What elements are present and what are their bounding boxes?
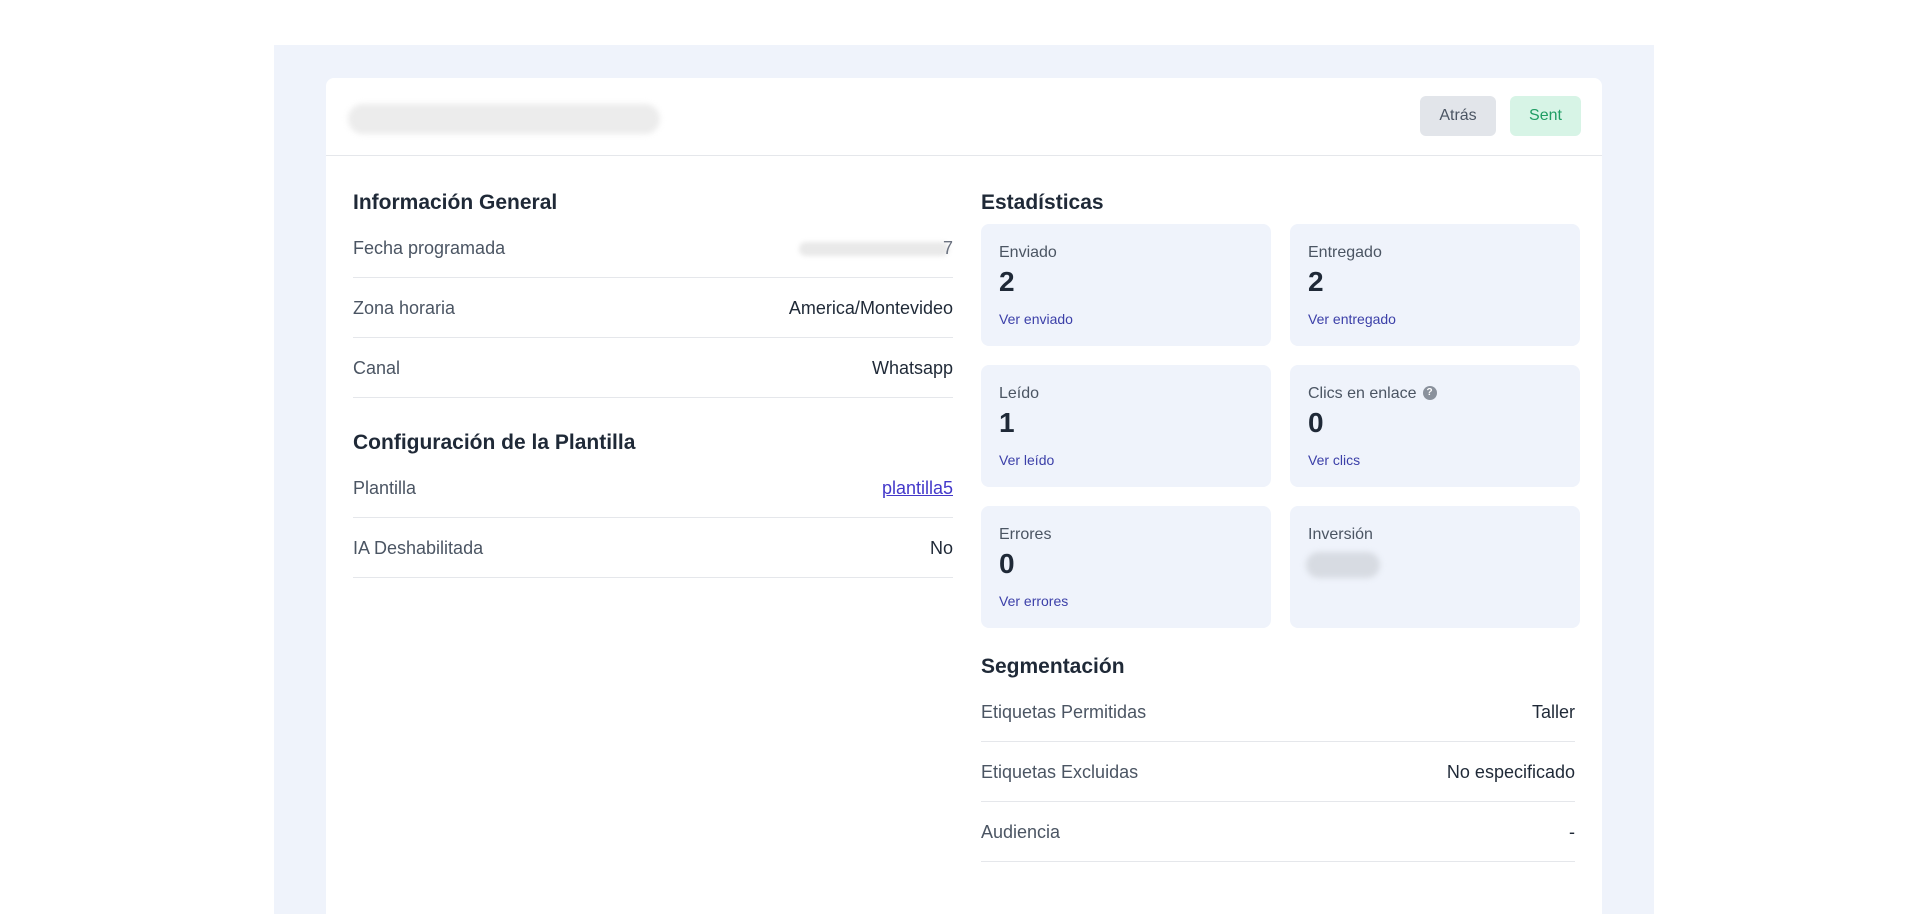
redacted-scheduled-date (799, 242, 949, 256)
template-row: Plantilla plantilla5 (353, 458, 953, 518)
page-background: Atrás Sent Información General Fecha pro… (274, 45, 1654, 914)
stat-clicks-label: Clics en enlace (1308, 385, 1417, 402)
stat-read-value: 1 (999, 407, 1015, 438)
allowed-tags-value: Taller (1531, 702, 1575, 722)
template-label: Plantilla (353, 478, 417, 498)
view-clicks-link[interactable]: Ver clics (1308, 451, 1360, 469)
view-sent-link[interactable]: Ver enviado (999, 310, 1073, 328)
help-icon[interactable]: ? (1422, 385, 1437, 400)
channel-value: Whatsapp (871, 358, 953, 378)
back-button[interactable]: Atrás (1420, 96, 1496, 136)
ai-disabled-row: IA Deshabilitada No (353, 518, 953, 578)
allowed-tags-row: Etiquetas Permitidas Taller (981, 682, 1575, 742)
stat-clicks-label-wrap: Clics en enlace? (1308, 384, 1437, 404)
audience-row: Audiencia - (981, 802, 1575, 862)
campaign-detail-card: Atrás Sent Información General Fecha pro… (326, 78, 1602, 914)
right-column: Estadísticas Enviado 2 Ver enviado Entre… (981, 188, 1580, 862)
stat-errors-label: Errores (999, 526, 1052, 543)
status-badge-sent[interactable]: Sent (1510, 96, 1581, 136)
segmentation-title: Segmentación (981, 655, 1125, 678)
audience-label: Audiencia (981, 822, 1061, 842)
stat-investment-label: Inversión (1308, 526, 1373, 543)
stat-card-delivered: Entregado 2 Ver entregado (1290, 224, 1580, 346)
view-read-link[interactable]: Ver leído (999, 451, 1054, 469)
excluded-tags-value: No especificado (1446, 762, 1575, 782)
allowed-tags-label: Etiquetas Permitidas (981, 702, 1147, 722)
stat-errors-value: 0 (999, 548, 1015, 579)
stat-card-investment: Inversión (1290, 506, 1580, 628)
stat-sent-label: Enviado (999, 244, 1057, 261)
stat-sent-value: 2 (999, 266, 1015, 297)
scheduled-date-label: Fecha programada (353, 238, 506, 258)
channel-row: Canal Whatsapp (353, 338, 953, 398)
excluded-tags-row: Etiquetas Excluidas No especificado (981, 742, 1575, 802)
ai-disabled-label: IA Deshabilitada (353, 538, 484, 558)
stat-card-clicks: Clics en enlace? 0 Ver clics (1290, 365, 1580, 487)
view-delivered-link[interactable]: Ver entregado (1308, 310, 1396, 328)
audience-value: - (1569, 822, 1575, 842)
statistics-title: Estadísticas (981, 191, 1104, 214)
stat-delivered-label: Entregado (1308, 244, 1382, 261)
timezone-row: Zona horaria America/Montevideo (353, 278, 953, 338)
redacted-campaign-title (348, 104, 660, 134)
redacted-investment-value (1306, 552, 1380, 578)
excluded-tags-label: Etiquetas Excluidas (981, 762, 1139, 782)
stat-card-sent: Enviado 2 Ver enviado (981, 224, 1271, 346)
stat-card-errors: Errores 0 Ver errores (981, 506, 1271, 628)
scheduled-date-visible-tail: 7 (942, 238, 953, 258)
ai-disabled-value: No (929, 538, 953, 558)
scheduled-date-row: Fecha programada 7 (353, 218, 953, 278)
template-link[interactable]: plantilla5 (882, 476, 953, 500)
channel-label: Canal (353, 358, 401, 378)
stat-card-read: Leído 1 Ver leído (981, 365, 1271, 487)
left-column: Información General Fecha programada 7 Z… (353, 188, 953, 578)
stat-clicks-value: 0 (1308, 407, 1324, 438)
timezone-value: America/Montevideo (788, 298, 953, 318)
stat-delivered-value: 2 (1308, 266, 1324, 297)
card-header: Atrás Sent (326, 78, 1602, 156)
statistics-grid: Enviado 2 Ver enviado Entregado 2 Ver en… (981, 224, 1580, 629)
stat-read-label: Leído (999, 385, 1040, 402)
view-errors-link[interactable]: Ver errores (999, 592, 1068, 610)
template-config-title: Configuración de la Plantilla (353, 431, 636, 454)
timezone-label: Zona horaria (353, 298, 456, 318)
general-info-title: Información General (353, 191, 558, 214)
